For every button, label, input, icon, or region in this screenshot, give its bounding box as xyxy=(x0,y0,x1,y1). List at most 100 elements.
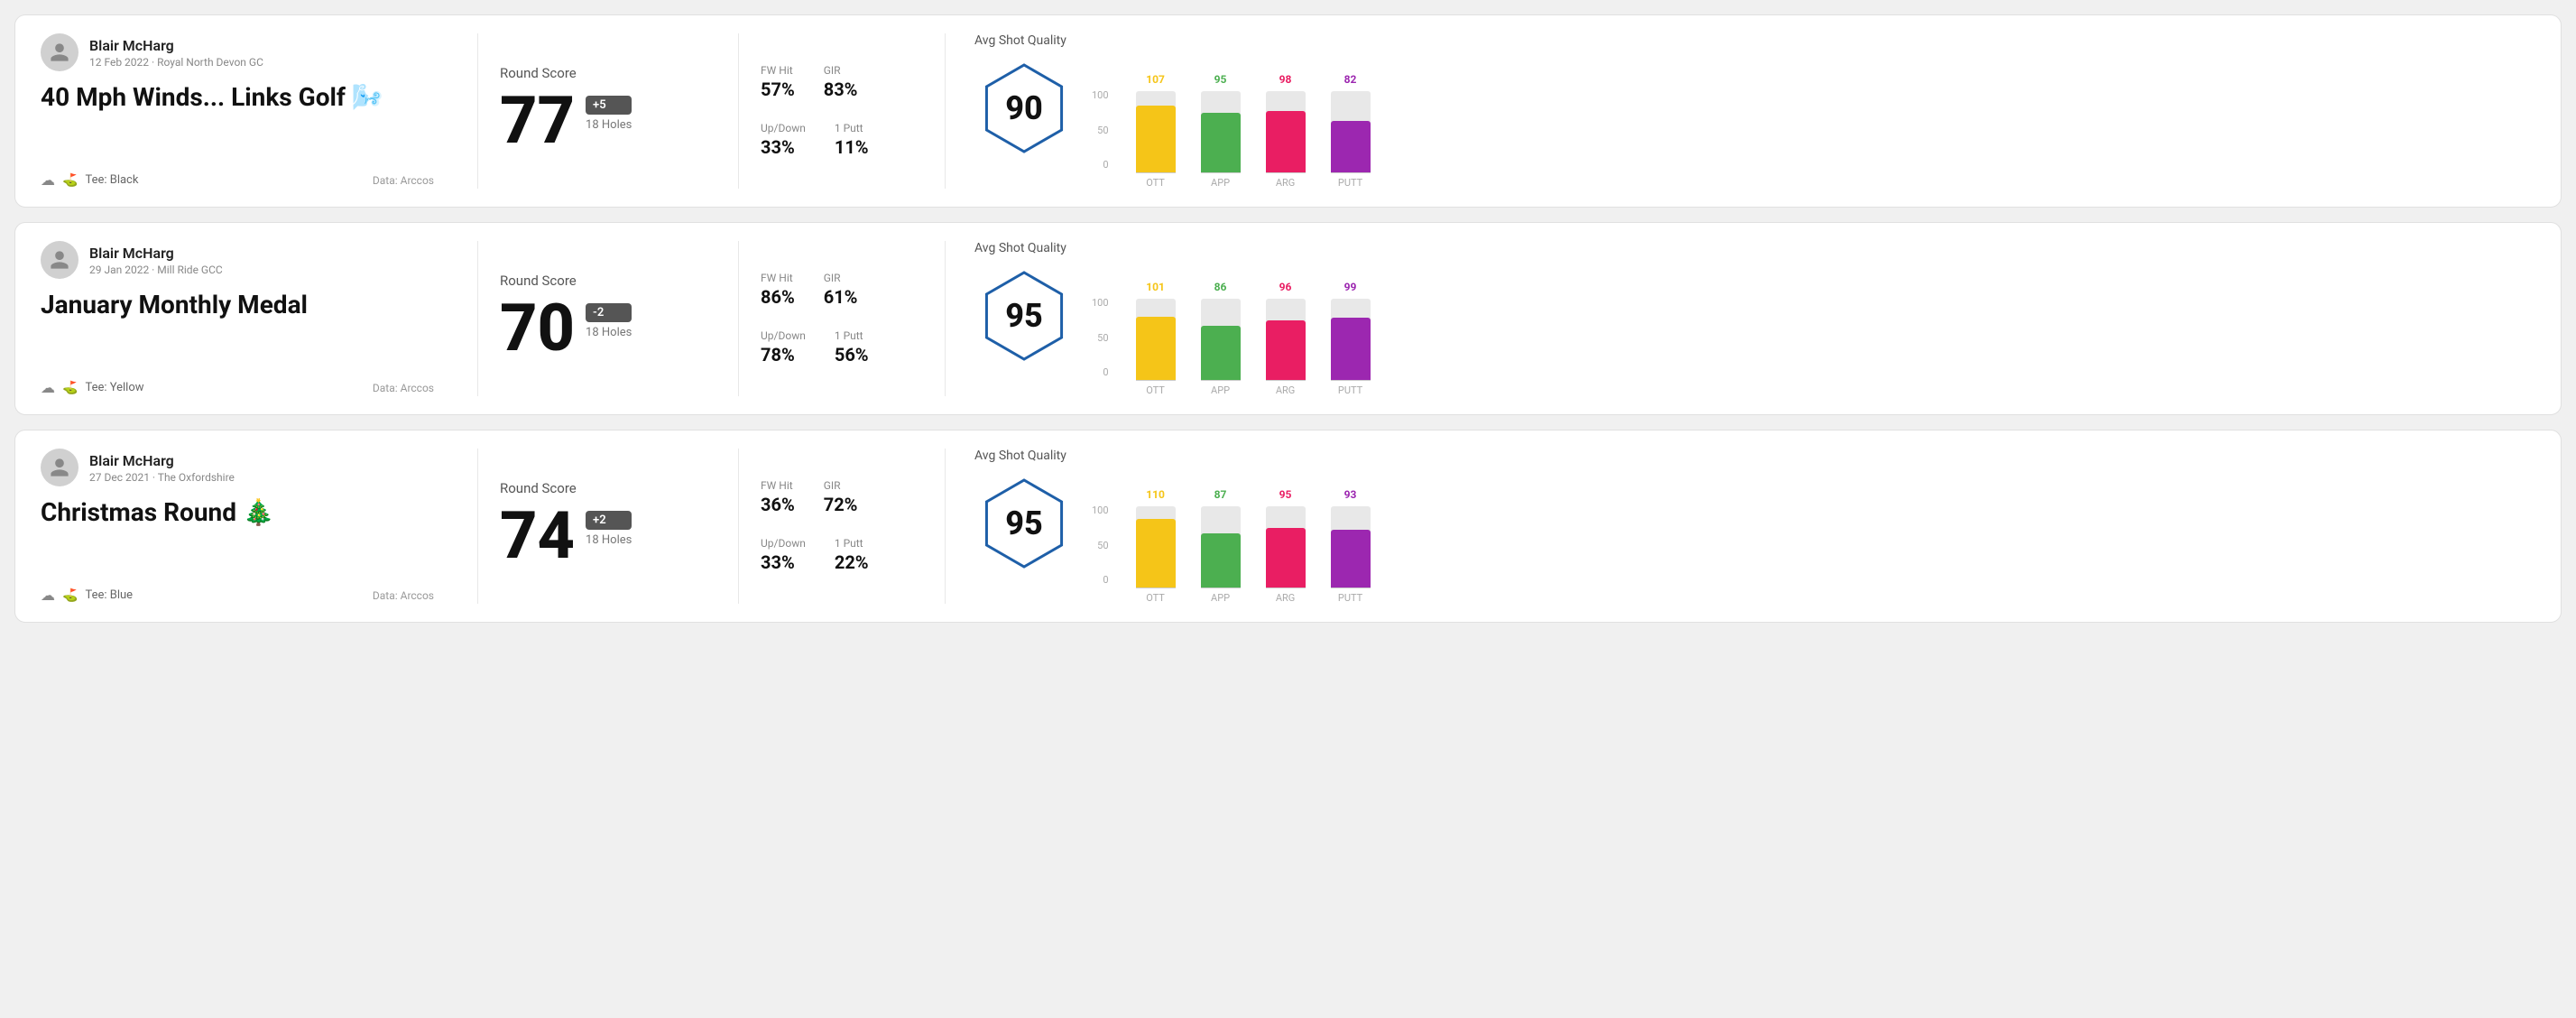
bar-group: 82PUTT xyxy=(1331,91,1371,189)
weather-icon: ☁ xyxy=(41,379,55,396)
bar-value-label: 86 xyxy=(1214,281,1227,293)
fw-hit-label: FW Hit xyxy=(761,64,795,77)
bar-value-label: 95 xyxy=(1214,73,1227,86)
hex-wrapper: 95 xyxy=(974,266,1074,366)
updown-stat: Up/Down 33% xyxy=(761,537,806,573)
bar-value-label: 82 xyxy=(1344,73,1357,86)
fw-hit-value: 36% xyxy=(761,494,795,515)
user-date: 29 Jan 2022 · Mill Ride GCC xyxy=(89,264,223,276)
stats-section: FW Hit 86% GIR 61% Up/Down 78% 1 Putt 56… xyxy=(761,241,923,396)
updown-label: Up/Down xyxy=(761,122,806,134)
golf-bag-icon: ⛳ xyxy=(62,588,78,603)
score-section: Round Score 77 +5 18 Holes xyxy=(500,33,716,189)
hex-score: 95 xyxy=(1005,297,1043,335)
golf-bag-icon: ⛳ xyxy=(62,173,78,188)
oneputt-stat: 1 Putt 56% xyxy=(835,329,869,366)
score-badge-container: +5 18 Holes xyxy=(586,88,632,132)
avatar xyxy=(41,33,78,71)
tee-row: ☁ ⛳ Tee: Black Data: Arccos xyxy=(41,171,434,189)
user-name: Blair McHarg xyxy=(89,245,223,262)
oneputt-label: 1 Putt xyxy=(835,329,869,342)
score-badge: -2 xyxy=(586,303,632,322)
bar-group: 86APP xyxy=(1201,299,1241,396)
user-name: Blair McHarg xyxy=(89,452,235,469)
bar-value-label: 96 xyxy=(1279,281,1292,293)
section-divider-2 xyxy=(738,449,739,604)
updown-label: Up/Down xyxy=(761,329,806,342)
hex-score: 95 xyxy=(1005,504,1043,542)
score-number: 70 xyxy=(500,296,575,361)
stats-section: FW Hit 36% GIR 72% Up/Down 33% 1 Putt 22… xyxy=(761,449,923,604)
quality-section-inner: Avg Shot Quality 95 100500110OTT87APP95A… xyxy=(974,449,2535,604)
stats-row-bottom: Up/Down 78% 1 Putt 56% xyxy=(761,329,901,366)
bar-group: 96ARG xyxy=(1266,299,1306,396)
quality-section: Avg Shot Quality 95 100500110OTT87APP95A… xyxy=(967,449,2535,604)
bar-group: 87APP xyxy=(1201,506,1241,604)
bar-x-label: OTT xyxy=(1146,177,1165,189)
fw-hit-label: FW Hit xyxy=(761,272,795,284)
bar-x-label: PUTT xyxy=(1338,384,1362,396)
user-icon xyxy=(49,42,70,63)
updown-value: 33% xyxy=(761,136,806,158)
tee-info: ☁ ⛳ Tee: Yellow xyxy=(41,379,144,396)
fw-hit-value: 57% xyxy=(761,79,795,100)
quality-section-inner: Avg Shot Quality 90 100500107OTT95APP98A… xyxy=(974,33,2535,189)
avatar xyxy=(41,449,78,486)
oneputt-stat: 1 Putt 22% xyxy=(835,537,869,573)
gir-value: 72% xyxy=(824,494,858,515)
user-icon xyxy=(49,457,70,478)
updown-value: 78% xyxy=(761,344,806,366)
data-source: Data: Arccos xyxy=(373,589,434,602)
oneputt-value: 22% xyxy=(835,551,869,573)
section-divider xyxy=(477,33,478,189)
quality-top: 95 100500110OTT87APP95ARG93PUTT xyxy=(974,474,2535,604)
bar-group: 101OTT xyxy=(1136,299,1176,396)
data-source: Data: Arccos xyxy=(373,382,434,394)
user-info: Blair McHarg 29 Jan 2022 · Mill Ride GCC xyxy=(41,241,434,279)
section-divider-2 xyxy=(738,33,739,189)
gir-label: GIR xyxy=(824,272,858,284)
bar-chart-container: 100500110OTT87APP95ARG93PUTT xyxy=(1092,474,2535,604)
quality-label: Avg Shot Quality xyxy=(974,449,2535,463)
bar-x-label: OTT xyxy=(1146,592,1165,604)
hex-wrapper: 90 xyxy=(974,59,1074,158)
updown-stat: Up/Down 78% xyxy=(761,329,806,366)
bar-group: 98ARG xyxy=(1266,91,1306,189)
gir-stat: GIR 61% xyxy=(824,272,858,308)
holes-label: 18 Holes xyxy=(586,118,632,132)
bar-x-label: ARG xyxy=(1276,384,1295,396)
bar-chart-container: 100500107OTT95APP98ARG82PUTT xyxy=(1092,59,2535,189)
tee-row: ☁ ⛳ Tee: Yellow Data: Arccos xyxy=(41,379,434,396)
round-card: Blair McHarg 27 Dec 2021 · The Oxfordshi… xyxy=(14,430,2562,623)
data-source: Data: Arccos xyxy=(373,174,434,187)
score-number: 77 xyxy=(500,88,575,153)
score-label: Round Score xyxy=(500,480,695,496)
quality-top: 90 100500107OTT95APP98ARG82PUTT xyxy=(974,59,2535,189)
updown-label: Up/Down xyxy=(761,537,806,550)
user-icon xyxy=(49,249,70,271)
quality-section: Avg Shot Quality 90 100500107OTT95APP98A… xyxy=(967,33,2535,189)
stats-section: FW Hit 57% GIR 83% Up/Down 33% 1 Putt 11… xyxy=(761,33,923,189)
round-title: Christmas Round 🎄 xyxy=(41,497,434,527)
fw-hit-stat: FW Hit 57% xyxy=(761,64,795,100)
section-divider-3 xyxy=(945,449,946,604)
gir-value: 61% xyxy=(824,286,858,308)
weather-icon: ☁ xyxy=(41,171,55,189)
score-section: Round Score 70 -2 18 Holes xyxy=(500,241,716,396)
stats-row-bottom: Up/Down 33% 1 Putt 11% xyxy=(761,122,901,158)
bar-x-label: OTT xyxy=(1146,384,1165,396)
gir-stat: GIR 83% xyxy=(824,64,858,100)
score-row: 74 +2 18 Holes xyxy=(500,504,695,569)
bar-x-label: APP xyxy=(1211,592,1230,604)
user-name: Blair McHarg xyxy=(89,37,263,54)
tee-info: ☁ ⛳ Tee: Blue xyxy=(41,587,133,604)
bar-value-label: 95 xyxy=(1279,488,1292,501)
score-badge: +5 xyxy=(586,96,632,115)
bar-x-label: APP xyxy=(1211,384,1230,396)
round-left-section: Blair McHarg 29 Jan 2022 · Mill Ride GCC… xyxy=(41,241,456,396)
oneputt-value: 11% xyxy=(835,136,869,158)
bar-value-label: 110 xyxy=(1146,488,1165,501)
bar-value-label: 87 xyxy=(1214,488,1227,501)
oneputt-value: 56% xyxy=(835,344,869,366)
tee-label: Tee: Yellow xyxy=(85,381,143,394)
